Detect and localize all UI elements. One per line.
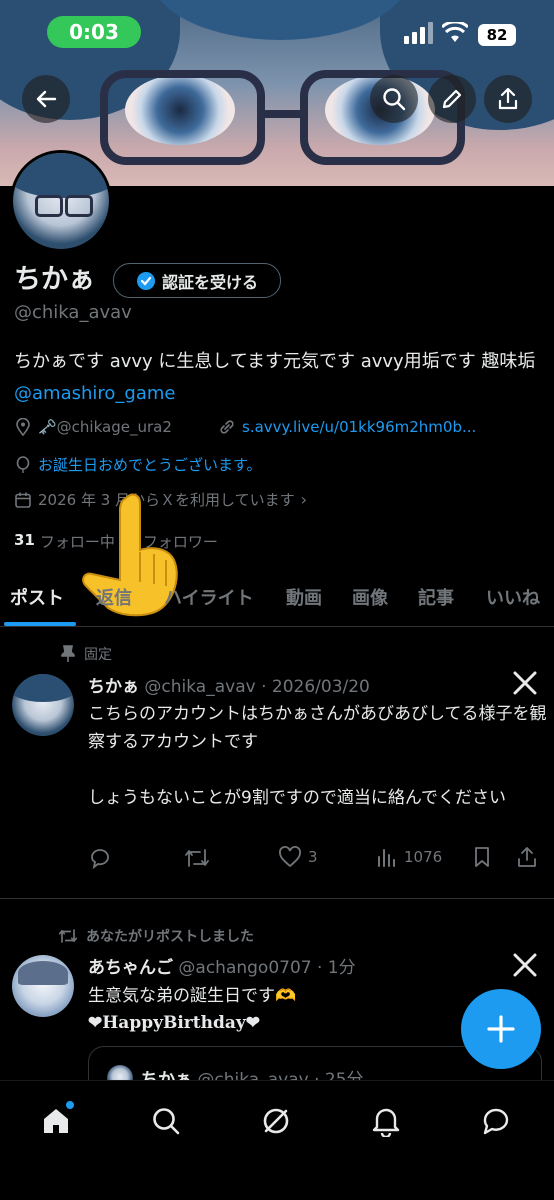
repost-indicator: あなたがリポストしました [58,926,254,946]
views-chart-icon [378,849,395,867]
x-logo-icon [512,952,538,982]
tab-highlights[interactable]: ハイライト [164,584,254,610]
compose-button[interactable] [461,989,541,1069]
pencil-icon [442,89,462,109]
plus-icon [487,1015,515,1043]
nav-search[interactable] [146,1101,186,1141]
location-pin-icon [16,418,30,436]
balloon-icon [16,455,30,473]
profile-location: 🗝️@chikage_ura2 [38,418,172,436]
reply-button[interactable] [88,846,112,870]
share-icon [518,847,536,867]
repost-button[interactable] [184,846,210,870]
tweet-text: こちらのアカウントはちかぁさんがあびあびしてる様子を観察するアカウントです しょ… [88,704,547,808]
tab-articles[interactable]: 記事 [418,584,454,610]
home-notification-dot [66,1101,74,1109]
link-icon [220,420,234,434]
verified-badge-icon [136,271,155,290]
reply-icon [91,849,109,870]
bookmark-icon [475,847,489,867]
edit-button[interactable] [428,75,476,123]
verify-button[interactable]: 認証を受ける [113,263,281,298]
share-icon [498,87,518,110]
profile-bio: ちかぁです avvy に生息してます元気です avvy用垢です 趣味垢 @ama… [14,346,544,410]
status-time: 0:03 [47,16,141,48]
heart-icon [279,846,301,868]
profile-website-link[interactable]: s.avvy.live/u/01kk96m2hm0b... [242,418,476,436]
nav-grok[interactable] [256,1101,296,1141]
tweet-divider [0,898,554,899]
view-count: 1076 [404,848,443,866]
tweet2-header: あちゃんご @achango0707 · 1分 [88,953,508,978]
tab-images[interactable]: 画像 [352,584,388,610]
bottom-navigation [0,1080,554,1200]
profile-location-row: 🗝️@chikage_ura2 [14,418,172,436]
tweet2-handle-date: @achango0707 · 1分 [178,958,356,978]
pinned-indicator: 固定 [60,644,112,664]
tab-posts[interactable]: ポスト [10,584,64,610]
tweet2-author-name[interactable]: あちゃんご [88,958,173,978]
tab-likes[interactable]: いいね [486,584,540,610]
status-bar: 0:03 82 [0,0,554,64]
x-logo-icon [512,670,538,700]
views-button[interactable]: 1076 [376,846,442,868]
repost-icon [185,849,209,867]
pinned-label: 固定 [84,647,112,663]
profile-birthday[interactable]: お誕生日おめでとうございます。 [38,454,262,475]
tweet-header: ちかぁ @chika_avav · 2026/03/20 [88,672,508,697]
grok-icon [263,1108,289,1134]
share-button[interactable] [484,75,532,123]
tweet2-author-avatar[interactable] [12,955,74,1017]
wifi-icon [440,20,470,44]
search-icon [383,88,406,111]
tab-replies[interactable]: 返信 [96,584,132,610]
bio-mention-link[interactable]: @amashiro_game [14,383,175,404]
profile-link-row: s.avvy.live/u/01kk96m2hm0b... [218,418,476,436]
like-button[interactable]: 3 [278,846,318,868]
nav-messages[interactable] [476,1101,516,1141]
nav-notifications[interactable] [366,1101,406,1141]
pin-icon [61,645,75,662]
tab-videos[interactable]: 動画 [286,584,322,610]
repost-label: あなたがリポストしました [86,929,254,945]
profile-birthday-row: お誕生日おめでとうございます。 [14,454,262,475]
profile-handle: @chika_avav [14,302,132,323]
active-tab-indicator [4,622,76,626]
verify-button-label: 認証を受ける [161,272,258,292]
arrow-left-icon [36,90,57,108]
tweet-author-avatar[interactable] [12,674,74,736]
repost-small-icon [58,929,78,943]
battery-icon: 82 [478,24,516,46]
nav-home[interactable] [36,1101,76,1141]
bell-icon [372,1108,400,1137]
search-button[interactable] [370,75,418,123]
chat-icon [483,1108,509,1135]
profile-avatar[interactable] [10,150,112,252]
bio-text: ちかぁです avvy に生息してます元気です avvy用垢です 趣味垢 [14,351,536,372]
profile-tabs: ポスト 返信 ハイライト 動画 画像 記事 いいね [0,572,554,627]
search-icon [153,1108,180,1135]
bookmark-button[interactable] [472,846,492,868]
tweet-share-button[interactable] [516,846,538,868]
tweet2-line1: 生意気な弟の誕生日です🫶 [88,986,297,1006]
battery-level: 82 [486,26,508,44]
chevron-right-icon: › [300,490,307,509]
tweet-handle-date: @chika_avav · 2026/03/20 [144,677,370,697]
following-count[interactable]: 31 [14,531,35,552]
signal-icon [404,22,434,44]
profile-display-name: ちかぁ [14,264,95,295]
like-count: 3 [308,848,318,866]
home-icon [44,1109,68,1133]
tweet-author-name[interactable]: ちかぁ [88,677,139,697]
calendar-icon [15,492,31,508]
tweet2-line2: ❤HappyBirthday❤ [88,1013,260,1033]
back-button[interactable] [22,75,70,123]
